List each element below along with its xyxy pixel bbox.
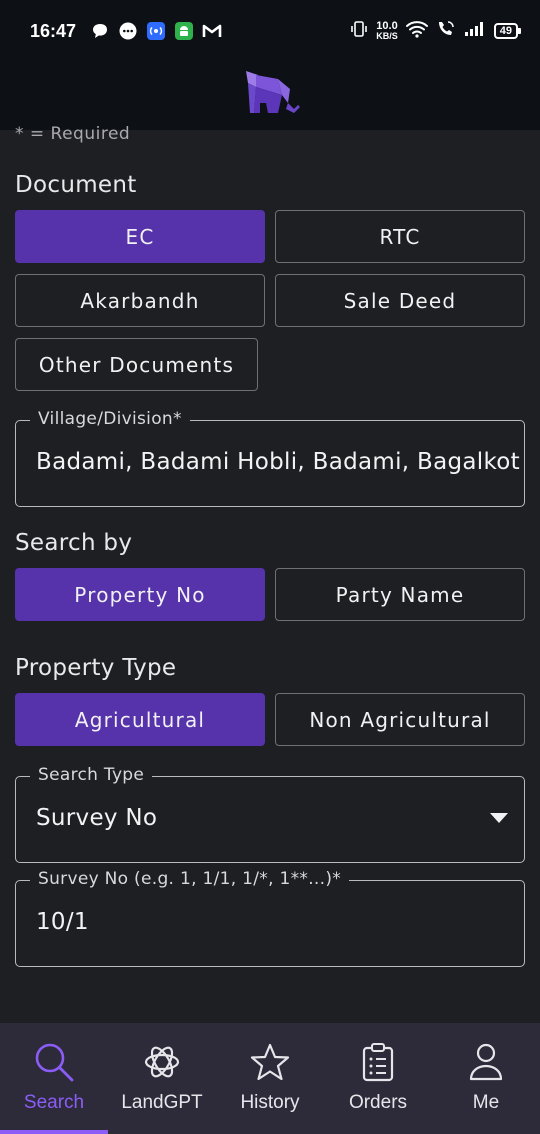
openai-icon	[140, 1040, 184, 1084]
survey-no-field[interactable]: Survey No (e.g. 1, 1/1, 1/*, 1**...)* 10…	[15, 869, 525, 967]
message-dots-icon	[118, 21, 138, 41]
status-time: 16:47	[30, 20, 77, 41]
document-ec-button[interactable]: EC	[15, 210, 265, 263]
android-app-icon	[174, 21, 194, 41]
document-other-button[interactable]: Other Documents	[15, 338, 258, 391]
property-type-section-title: Property Type	[15, 655, 177, 681]
chat-bubble-icon	[90, 21, 110, 41]
broadcast-app-icon	[146, 21, 166, 41]
document-akarbandh-button[interactable]: Akarbandh	[15, 274, 265, 327]
wifi-calling-icon	[436, 20, 456, 42]
nav-search-label: Search	[23, 1092, 85, 1113]
document-section-title: Document	[15, 172, 137, 198]
search-form: * = Required Document EC RTC Akarbandh S…	[0, 124, 540, 1023]
search-type-value[interactable]: Survey No	[36, 805, 157, 831]
nav-me-label: Me	[472, 1092, 500, 1113]
system-icons: 10.0 KB/S 49	[350, 20, 522, 42]
elephant-logo	[238, 69, 302, 123]
vibrate-icon	[350, 20, 368, 42]
active-tab-indicator	[0, 1130, 108, 1134]
clipboard-icon	[356, 1040, 400, 1084]
required-note: * = Required	[15, 124, 131, 144]
property-type-agricultural-button[interactable]: Agricultural	[15, 693, 265, 746]
star-icon	[248, 1040, 292, 1084]
bottom-navigation: Search LandGPT History Orders Me	[0, 1023, 540, 1134]
property-type-non-agricultural-button[interactable]: Non Agricultural	[275, 693, 525, 746]
search-type-label: Search Type	[30, 765, 153, 785]
survey-no-value[interactable]: 10/1	[36, 909, 89, 935]
nav-orders[interactable]: Orders	[324, 1023, 432, 1134]
nav-landgpt-label: LandGPT	[121, 1092, 203, 1113]
document-sale-deed-button[interactable]: Sale Deed	[275, 274, 525, 327]
network-speed-unit: KB/S	[376, 31, 398, 41]
survey-no-label: Survey No (e.g. 1, 1/1, 1/*, 1**...)*	[30, 869, 350, 889]
battery-indicator: 49	[493, 23, 522, 39]
person-icon	[464, 1040, 508, 1084]
document-rtc-button[interactable]: RTC	[275, 210, 525, 263]
village-field-label: Village/Division*	[30, 409, 190, 429]
nav-search[interactable]: Search	[0, 1023, 108, 1134]
network-speed: 10.0 KB/S	[376, 21, 398, 41]
nav-history-label: History	[240, 1092, 300, 1113]
nav-me[interactable]: Me	[432, 1023, 540, 1134]
status-bar: 16:47 10.0 KB/S 49	[0, 0, 540, 62]
dropdown-arrow-icon[interactable]	[490, 813, 508, 823]
search-type-dropdown[interactable]: Search Type Survey No	[15, 765, 525, 863]
search-by-party-name-button[interactable]: Party Name	[275, 568, 525, 621]
search-by-property-no-button[interactable]: Property No	[15, 568, 265, 621]
search-icon	[32, 1040, 76, 1084]
nav-history[interactable]: History	[216, 1023, 324, 1134]
nav-landgpt[interactable]: LandGPT	[108, 1023, 216, 1134]
village-field[interactable]: Village/Division* Badami, Badami Hobli, …	[15, 409, 525, 507]
village-field-value[interactable]: Badami, Badami Hobli, Badami, Bagalkot	[36, 449, 520, 475]
nav-orders-label: Orders	[348, 1092, 408, 1113]
gmail-icon	[202, 21, 222, 41]
app-header	[0, 62, 540, 130]
notification-icons	[90, 21, 222, 41]
wifi-icon	[405, 20, 428, 42]
search-by-section-title: Search by	[15, 530, 133, 556]
signal-icon	[464, 21, 486, 41]
